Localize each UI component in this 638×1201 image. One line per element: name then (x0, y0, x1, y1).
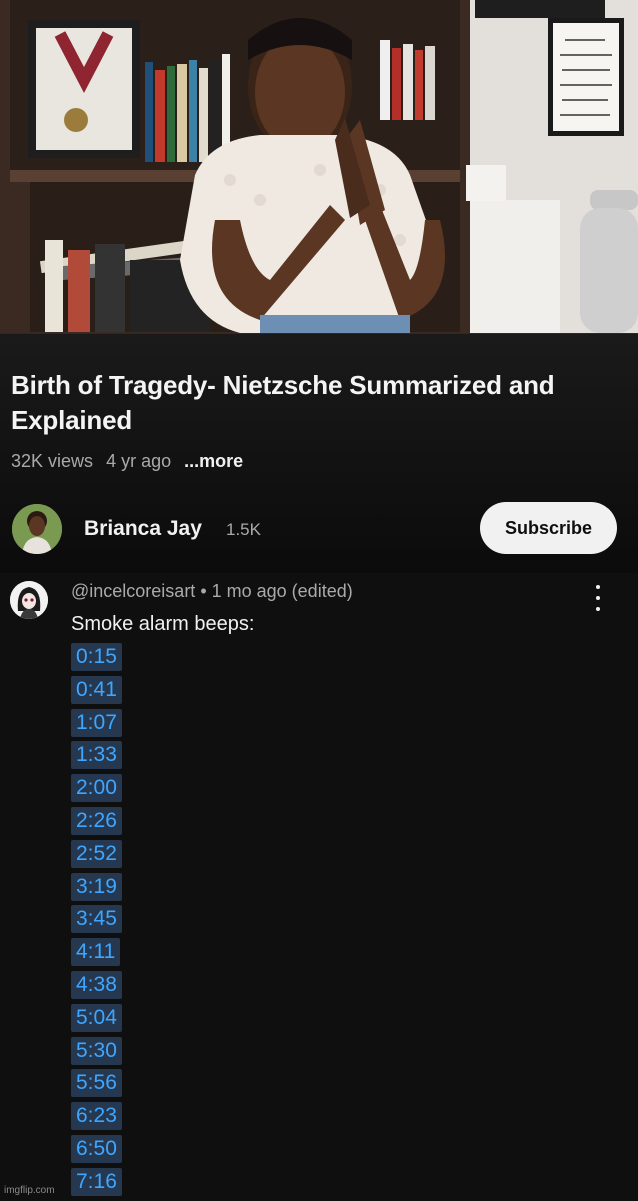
timestamp-link[interactable]: 5:04 (71, 1003, 122, 1032)
timestamp-link[interactable]: 0:15 (71, 643, 122, 671)
video-frame-image (0, 0, 638, 333)
timestamp-list: 0:15 0:41 1:07 1:33 2:00 2:26 2:52 3:19 3:45 4:11… (71, 643, 122, 1201)
timestamp-link[interactable]: 6:50 (71, 1134, 122, 1163)
timestamp-item: 1:07 (71, 708, 122, 742)
timestamp-link[interactable]: 4:38 (71, 970, 122, 999)
commenter-avatar[interactable] (10, 581, 48, 619)
timestamp-item: 5:04 (71, 1003, 122, 1037)
video-info: Birth of Tragedy- Nietzsche Summarized a… (0, 333, 638, 574)
comment-author[interactable]: @incelcoreisart (71, 581, 195, 601)
timestamp-item: 3:45 (71, 905, 122, 938)
timestamp-item: 2:52 (71, 839, 122, 873)
timestamp-item: 6:23 (71, 1102, 122, 1135)
watermark: imgflip.com (4, 1185, 55, 1196)
kebab-menu-icon[interactable] (588, 585, 608, 611)
comment: @incelcoreisart • 1 mo ago (edited) Smoke … (0, 573, 638, 1200)
timestamp-item: 3:19 (71, 872, 122, 906)
timestamp-item: 5:56 (71, 1069, 122, 1102)
timestamp-link[interactable]: 1:07 (71, 708, 122, 737)
timestamp-item: 1:33 (71, 741, 122, 774)
timestamp-link[interactable]: 5:30 (71, 1036, 122, 1065)
timestamp-item: 5:30 (71, 1036, 122, 1070)
timestamp-link[interactable]: 4:11 (71, 938, 121, 967)
timestamp-link[interactable]: 1:33 (71, 741, 122, 770)
timestamp-item: 6:50 (71, 1134, 122, 1168)
comment-age: 1 mo ago (edited) (211, 581, 353, 601)
separator-dot: • (200, 581, 207, 601)
subscribe-button[interactable]: Subscribe (480, 502, 617, 554)
video-meta: 32K views 4 yr ago ...more (11, 451, 251, 472)
timestamp-item: 4:38 (71, 970, 122, 1004)
timestamp-link[interactable]: 0:41 (71, 675, 122, 704)
channel-name[interactable]: Brianca Jay (84, 517, 202, 541)
timestamp-link[interactable]: 2:26 (71, 806, 122, 835)
timestamp-item: 4:11 (71, 938, 122, 971)
subscriber-count: 1.5K (226, 520, 261, 539)
timestamp-item: 2:00 (71, 774, 122, 807)
timestamp-item: 0:15 (71, 643, 122, 676)
video-title: Birth of Tragedy- Nietzsche Summarized a… (11, 370, 555, 435)
comment-text: Smoke alarm beeps: (71, 613, 255, 635)
more-link[interactable]: ...more (184, 451, 243, 471)
timestamp-link[interactable]: 5:56 (71, 1069, 122, 1098)
timestamp-link[interactable]: 7:16 (71, 1167, 122, 1196)
channel-avatar[interactable] (12, 504, 62, 554)
timestamp-item: 0:41 (71, 675, 122, 709)
timestamp-link[interactable]: 3:19 (71, 872, 122, 901)
timestamp-link[interactable]: 2:52 (71, 839, 122, 868)
timestamp-link[interactable]: 3:45 (71, 905, 122, 934)
video-player[interactable] (0, 0, 638, 333)
upload-age: 4 yr ago (106, 451, 172, 471)
timestamp-item: 2:26 (71, 806, 122, 840)
timestamp-link[interactable]: 2:00 (71, 774, 122, 803)
comment-header: @incelcoreisart • 1 mo ago (edited) (71, 581, 353, 602)
timestamp-item: 7:16 (71, 1167, 122, 1201)
timestamp-link[interactable]: 6:23 (71, 1102, 122, 1131)
view-count: 32K views (11, 451, 94, 471)
